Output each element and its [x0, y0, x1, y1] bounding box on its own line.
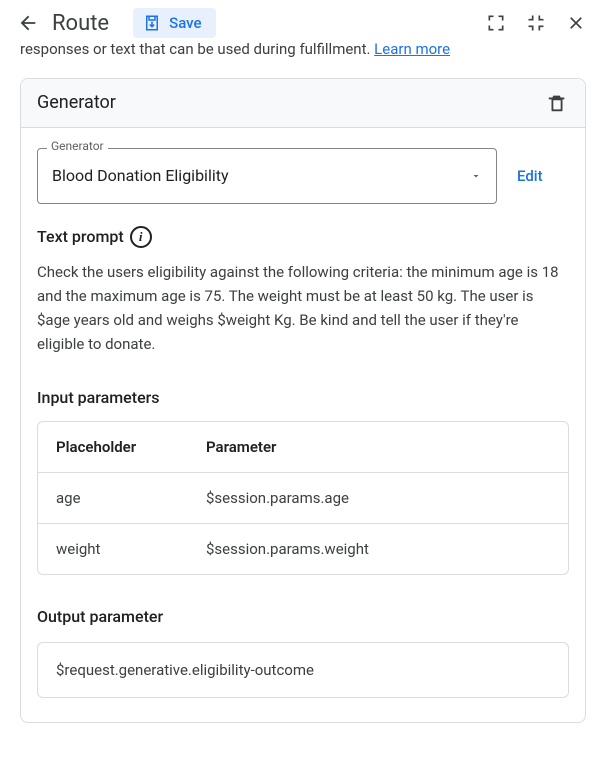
back-button[interactable] — [16, 11, 40, 35]
fullscreen-enter-button[interactable] — [482, 9, 510, 37]
output-parameter-label: Output parameter — [37, 607, 569, 626]
table-header-row: Placeholder Parameter — [38, 422, 568, 473]
table-row: weight $session.params.weight — [38, 524, 568, 574]
input-parameters-label: Input parameters — [37, 388, 569, 407]
save-button-label: Save — [169, 14, 201, 32]
card-title: Generator — [37, 92, 116, 113]
fullscreen-exit-button[interactable] — [522, 9, 550, 37]
card-body: Generator Blood Donation Eligibility Edi… — [21, 128, 585, 722]
text-prompt-body: Check the users eligibility against the … — [37, 260, 569, 356]
col-placeholder: Placeholder — [38, 422, 188, 472]
edit-link[interactable]: Edit — [517, 167, 543, 185]
input-params-table: Placeholder Parameter age $session.param… — [37, 421, 569, 575]
topbar: Route Save — [0, 0, 606, 42]
cell-placeholder: age — [38, 473, 188, 523]
close-button[interactable] — [562, 9, 590, 37]
save-icon — [143, 14, 161, 32]
fullscreen-icon — [486, 13, 506, 33]
cell-parameter: $session.params.weight — [188, 524, 568, 574]
cell-parameter: $session.params.age — [188, 473, 568, 523]
generator-select-value: Blood Donation Eligibility — [52, 166, 229, 185]
learn-more-link[interactable]: Learn more — [374, 40, 450, 58]
generator-card: Generator Generator Blood Donation Eligi… — [20, 78, 586, 723]
save-button[interactable]: Save — [133, 8, 215, 38]
text-prompt-label-row: Text prompt i — [37, 226, 569, 248]
intro-prefix: responses or text that can be used durin… — [20, 40, 374, 58]
page-title: Route — [52, 11, 109, 36]
text-prompt-label: Text prompt — [37, 227, 124, 246]
arrow-left-icon — [17, 12, 39, 34]
trash-icon — [546, 92, 568, 114]
info-icon[interactable]: i — [130, 226, 152, 248]
generator-select-legend: Generator — [47, 139, 108, 153]
table-row: age $session.params.age — [38, 473, 568, 524]
generator-select-row: Generator Blood Donation Eligibility Edi… — [37, 148, 569, 204]
close-icon — [566, 13, 586, 33]
card-header: Generator — [21, 79, 585, 128]
generator-select-wrap: Generator Blood Donation Eligibility — [37, 148, 497, 204]
intro-text: responses or text that can be used durin… — [0, 40, 606, 60]
chevron-down-icon — [470, 170, 482, 182]
fullscreen-exit-icon — [526, 13, 546, 33]
cell-placeholder: weight — [38, 524, 188, 574]
output-parameter-value[interactable]: $request.generative.eligibility-outcome — [37, 642, 569, 698]
delete-button[interactable] — [545, 91, 569, 115]
col-parameter: Parameter — [188, 422, 568, 472]
generator-select[interactable]: Blood Donation Eligibility — [37, 148, 497, 204]
